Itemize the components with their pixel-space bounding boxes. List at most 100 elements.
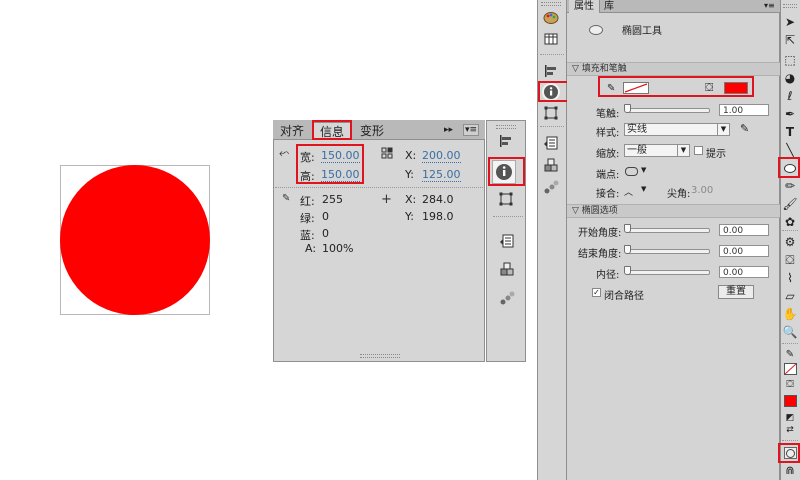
miter-value: 3.00 [691,185,714,196]
tool-name-label: 椭圆工具 [622,26,662,37]
zoom-icon[interactable]: 🔍 [782,324,798,340]
hint-checkbox[interactable] [694,146,703,155]
transform-icon[interactable] [499,192,513,206]
motion-presets-icon[interactable] [543,179,559,195]
stroke-size-label: 笔触: [596,109,620,120]
swatches-icon[interactable] [543,9,559,25]
toolbar-grip[interactable] [783,4,797,8]
chevron-down-icon[interactable]: ▼ [641,185,646,193]
fill-bucket-icon: ⛋ [786,379,794,390]
cursor-y-label: Y: [405,210,414,223]
inner-radius-input[interactable]: 0.00 [719,266,769,278]
lasso-icon[interactable]: ℓ [782,88,798,104]
resize-grip[interactable] [360,354,400,358]
registration-grid-icon[interactable] [381,147,393,159]
style-label: 样式: [596,128,620,139]
green-value: 0 [322,210,329,223]
library-grid-icon[interactable] [543,31,559,47]
stroke-size-slider[interactable] [626,108,710,113]
history-icon[interactable] [499,234,515,250]
bone-icon[interactable]: ⚙ [782,234,798,250]
snap-magnet-icon[interactable]: ⋒ [782,463,798,479]
edit-stroke-style-icon[interactable]: ✎ [740,122,749,135]
inner-radius-slider-knob[interactable] [624,266,631,275]
size-icon: ⬿ [279,146,290,161]
subselection-arrow-icon[interactable]: ⇱ [782,32,798,48]
end-angle-input[interactable]: 0.00 [719,245,769,257]
toolbar-fill-swatch[interactable] [784,395,797,407]
inner-radius-slider[interactable] [626,270,710,275]
info-tab-highlight-box [312,120,352,140]
motion-presets-icon[interactable] [499,290,515,306]
hand-icon[interactable]: ✋ [782,306,798,322]
transform-icon[interactable] [544,106,558,120]
size-highlight-box [296,144,364,184]
alpha-label: A: [305,242,317,255]
section-title: 椭圆选项 [581,206,618,216]
pen-icon[interactable]: ✒ [782,106,798,122]
eyedropper-icon[interactable]: ⌇ [782,270,798,286]
components-icon[interactable] [543,158,559,174]
components-icon[interactable] [499,262,515,278]
scale-select[interactable]: 一般 ▼ [624,144,690,157]
deco-icon[interactable]: ✿ [782,214,798,230]
round-cap-icon[interactable] [625,167,638,176]
align-icon[interactable] [544,64,558,78]
pencil-icon[interactable]: ✏ [782,178,798,194]
miter-label: 尖角: [667,189,691,200]
panel-menu-icon[interactable]: ▾≡ [463,124,480,136]
selection-arrow-icon[interactable]: ➤ [782,14,798,30]
line-icon[interactable]: ╲ [782,142,798,158]
strip-grip[interactable] [496,125,516,129]
section-title: 填充和笔触 [581,64,627,74]
oval-options-section-header[interactable]: ▽ 椭圆选项 [567,204,780,218]
divider [493,216,523,218]
chevron-down-icon: ▼ [677,145,689,156]
brush-icon[interactable]: 🖌 [782,196,798,212]
x-position-value[interactable]: 200.00 [422,149,461,163]
cursor-x-value: 284.0 [422,193,454,206]
reset-button[interactable]: 重置 [718,285,754,299]
close-path-checkbox[interactable]: ✓ [592,288,601,297]
history-icon[interactable] [543,136,559,152]
collapse-icon[interactable]: ▸▸ [444,125,453,135]
cap-label: 端点: [596,170,620,181]
stroke-size-input[interactable]: 1.00 [719,104,769,116]
toolbar-stroke-swatch[interactable] [784,363,797,375]
3d-rotation-icon[interactable]: ◕ [782,70,798,86]
strip-grip[interactable] [541,2,561,6]
stroke-size-slider-knob[interactable] [624,104,631,113]
y-position-value[interactable]: 125.00 [422,168,461,182]
panel-menu-icon[interactable]: ▾≡ [764,1,775,10]
align-icon[interactable] [499,134,513,148]
end-angle-label: 结束角度: [578,249,622,260]
tab-library[interactable]: 库 [600,0,618,13]
red-circle-shape[interactable] [60,165,210,315]
start-angle-input[interactable]: 0.00 [719,224,769,236]
divider [782,440,798,442]
chevron-down-icon[interactable]: ▼ [641,166,646,174]
tab-align[interactable]: 对齐 [276,122,308,140]
paint-bucket-icon[interactable]: ⛋ [782,252,798,268]
end-angle-slider[interactable] [626,249,710,254]
fill-stroke-section-header[interactable]: ▽ 填充和笔触 [567,62,780,76]
green-label: 绿: [300,212,315,225]
blue-value: 0 [322,227,329,240]
close-path-label: 闭合路径 [604,291,644,302]
divider [782,343,798,345]
info-icon-highlight-box [488,157,525,186]
start-angle-slider[interactable] [626,228,710,233]
stroke-style-select[interactable]: 实线 ▼ [624,123,730,136]
text-icon[interactable]: T [782,124,798,140]
tab-transform[interactable]: 变形 [354,122,390,140]
end-angle-slider-knob[interactable] [624,245,631,254]
free-transform-icon[interactable]: ⬚ [782,52,798,68]
swap-colors-icon[interactable]: ⇄ [782,422,798,438]
start-angle-slider-knob[interactable] [624,224,631,233]
inner-radius-label: 内径: [596,270,620,281]
divider [540,54,564,56]
round-join-icon[interactable]: ︿ [624,185,633,198]
divider [782,230,798,232]
tab-properties[interactable]: 属性 [569,0,600,13]
eraser-icon[interactable]: ▱ [782,288,798,304]
